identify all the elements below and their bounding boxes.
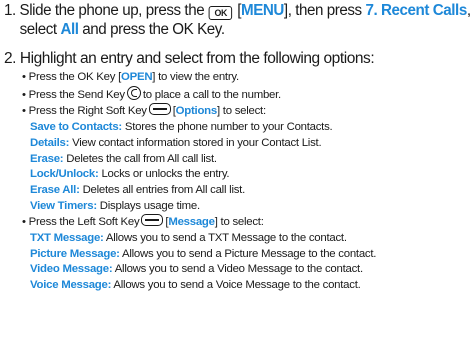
message-item: Picture Message: Allows you to send a Pi…	[22, 247, 376, 263]
options-item: View Timers: Displays usage time.	[22, 199, 376, 215]
send-key-icon	[126, 85, 141, 100]
step-1-text-b: ], then press	[283, 2, 362, 19]
options-term: Erase:	[30, 152, 64, 165]
options-item: Lock/Unlock: Locks or unlocks the entry.	[22, 167, 376, 183]
step-2-text: Highlight an entry and select from the f…	[19, 50, 375, 67]
bullet-options-suffix: ] to select:	[216, 105, 266, 118]
left-soft-key-icon	[141, 214, 164, 227]
options-term: View Timers:	[30, 199, 97, 212]
options-term: Erase All:	[30, 183, 80, 196]
bullet-send: • Press the Send Key to place a call to t…	[22, 85, 376, 104]
step-1-text-c: select	[19, 21, 57, 38]
bullet-message-prefix: • Press the Left Soft Key	[22, 216, 140, 229]
options-item: Details: View contact information stored…	[22, 136, 376, 152]
options-desc: Locks or unlocks the entry.	[101, 168, 230, 181]
options-desc: Deletes the call from All call list.	[66, 152, 217, 165]
message-term: Picture Message:	[30, 247, 120, 260]
options-desc: Deletes all entries from All call list.	[82, 183, 246, 196]
bullet-message: • Press the Left Soft Key [Message] to se…	[22, 214, 376, 231]
options-label: Options	[175, 105, 218, 118]
step-2: 2. Highlight an entry and select from th…	[4, 49, 375, 68]
step-2-body: • Press the OK Key [OPEN] to view the en…	[22, 70, 376, 294]
step-1: 1. Slide the phone up, press the OK [MEN…	[4, 1, 471, 39]
options-item: Erase All: Deletes all entries from All …	[22, 183, 376, 199]
message-term: Voice Message:	[30, 279, 112, 292]
message-desc: Allows you to send a TXT Message to the …	[105, 232, 347, 245]
open-label: OPEN	[121, 71, 153, 83]
options-item: Save to Contacts: Stores the phone numbe…	[22, 120, 376, 136]
message-term: TXT Message:	[30, 232, 104, 245]
options-item: Erase: Deletes the call from All call li…	[22, 152, 376, 168]
step-1-open-bracket: [	[233, 2, 241, 19]
step-1-text-d: and press the OK Key.	[82, 21, 225, 38]
bullet-message-suffix: ] to select:	[214, 216, 264, 229]
recent-calls-label: 7. Recent Calls	[365, 2, 467, 19]
message-item: TXT Message: Allows you to send a TXT Me…	[22, 231, 376, 247]
ok-key-icon: OK	[208, 6, 233, 20]
message-desc: Allows you to send a Picture Message to …	[122, 247, 377, 260]
bullet-open: • Press the OK Key [OPEN] to view the en…	[22, 70, 376, 86]
message-term: Video Message:	[30, 263, 113, 276]
options-desc: View contact information stored in your …	[72, 136, 322, 149]
options-term: Save to Contacts:	[30, 121, 122, 134]
bullet-options-prefix: • Press the Right Soft Key	[22, 105, 147, 118]
step-1-line-2: select All and press the OK Key.	[4, 20, 471, 39]
ok-key-glyph: OK	[214, 8, 228, 18]
step-1-text-a: Slide the phone up, press the	[19, 2, 205, 19]
bullet-send-suffix: to place a call to the number.	[142, 88, 281, 101]
options-term: Lock/Unlock:	[30, 168, 99, 181]
bullet-options: • Press the Right Soft Key [Options] to s…	[22, 103, 376, 120]
bullet-open-prefix: • Press the OK Key [	[22, 71, 122, 83]
menu-label: MENU	[240, 2, 284, 19]
manual-page: 1. Slide the phone up, press the OK [MEN…	[0, 0, 473, 340]
bullet-send-prefix: • Press the Send Key	[22, 88, 125, 101]
bullet-open-suffix: ] to view the entry.	[152, 71, 239, 83]
message-label: Message	[168, 216, 215, 229]
message-item: Voice Message: Allows you to send a Voic…	[22, 278, 376, 294]
all-label: All	[60, 21, 79, 38]
message-desc: Allows you to send a Voice Message to th…	[113, 279, 361, 292]
step-1-number: 1.	[4, 2, 16, 19]
message-desc: Allows you to send a Video Message to th…	[114, 263, 363, 276]
step-2-number: 2.	[4, 50, 17, 67]
options-desc: Stores the phone number to your Contacts…	[124, 121, 333, 134]
options-term: Details:	[30, 136, 70, 149]
right-soft-key-icon	[148, 103, 171, 116]
options-desc: Displays usage time.	[99, 199, 200, 212]
message-item: Video Message: Allows you to send a Vide…	[22, 262, 376, 278]
step-1-comma: ,	[466, 2, 471, 19]
